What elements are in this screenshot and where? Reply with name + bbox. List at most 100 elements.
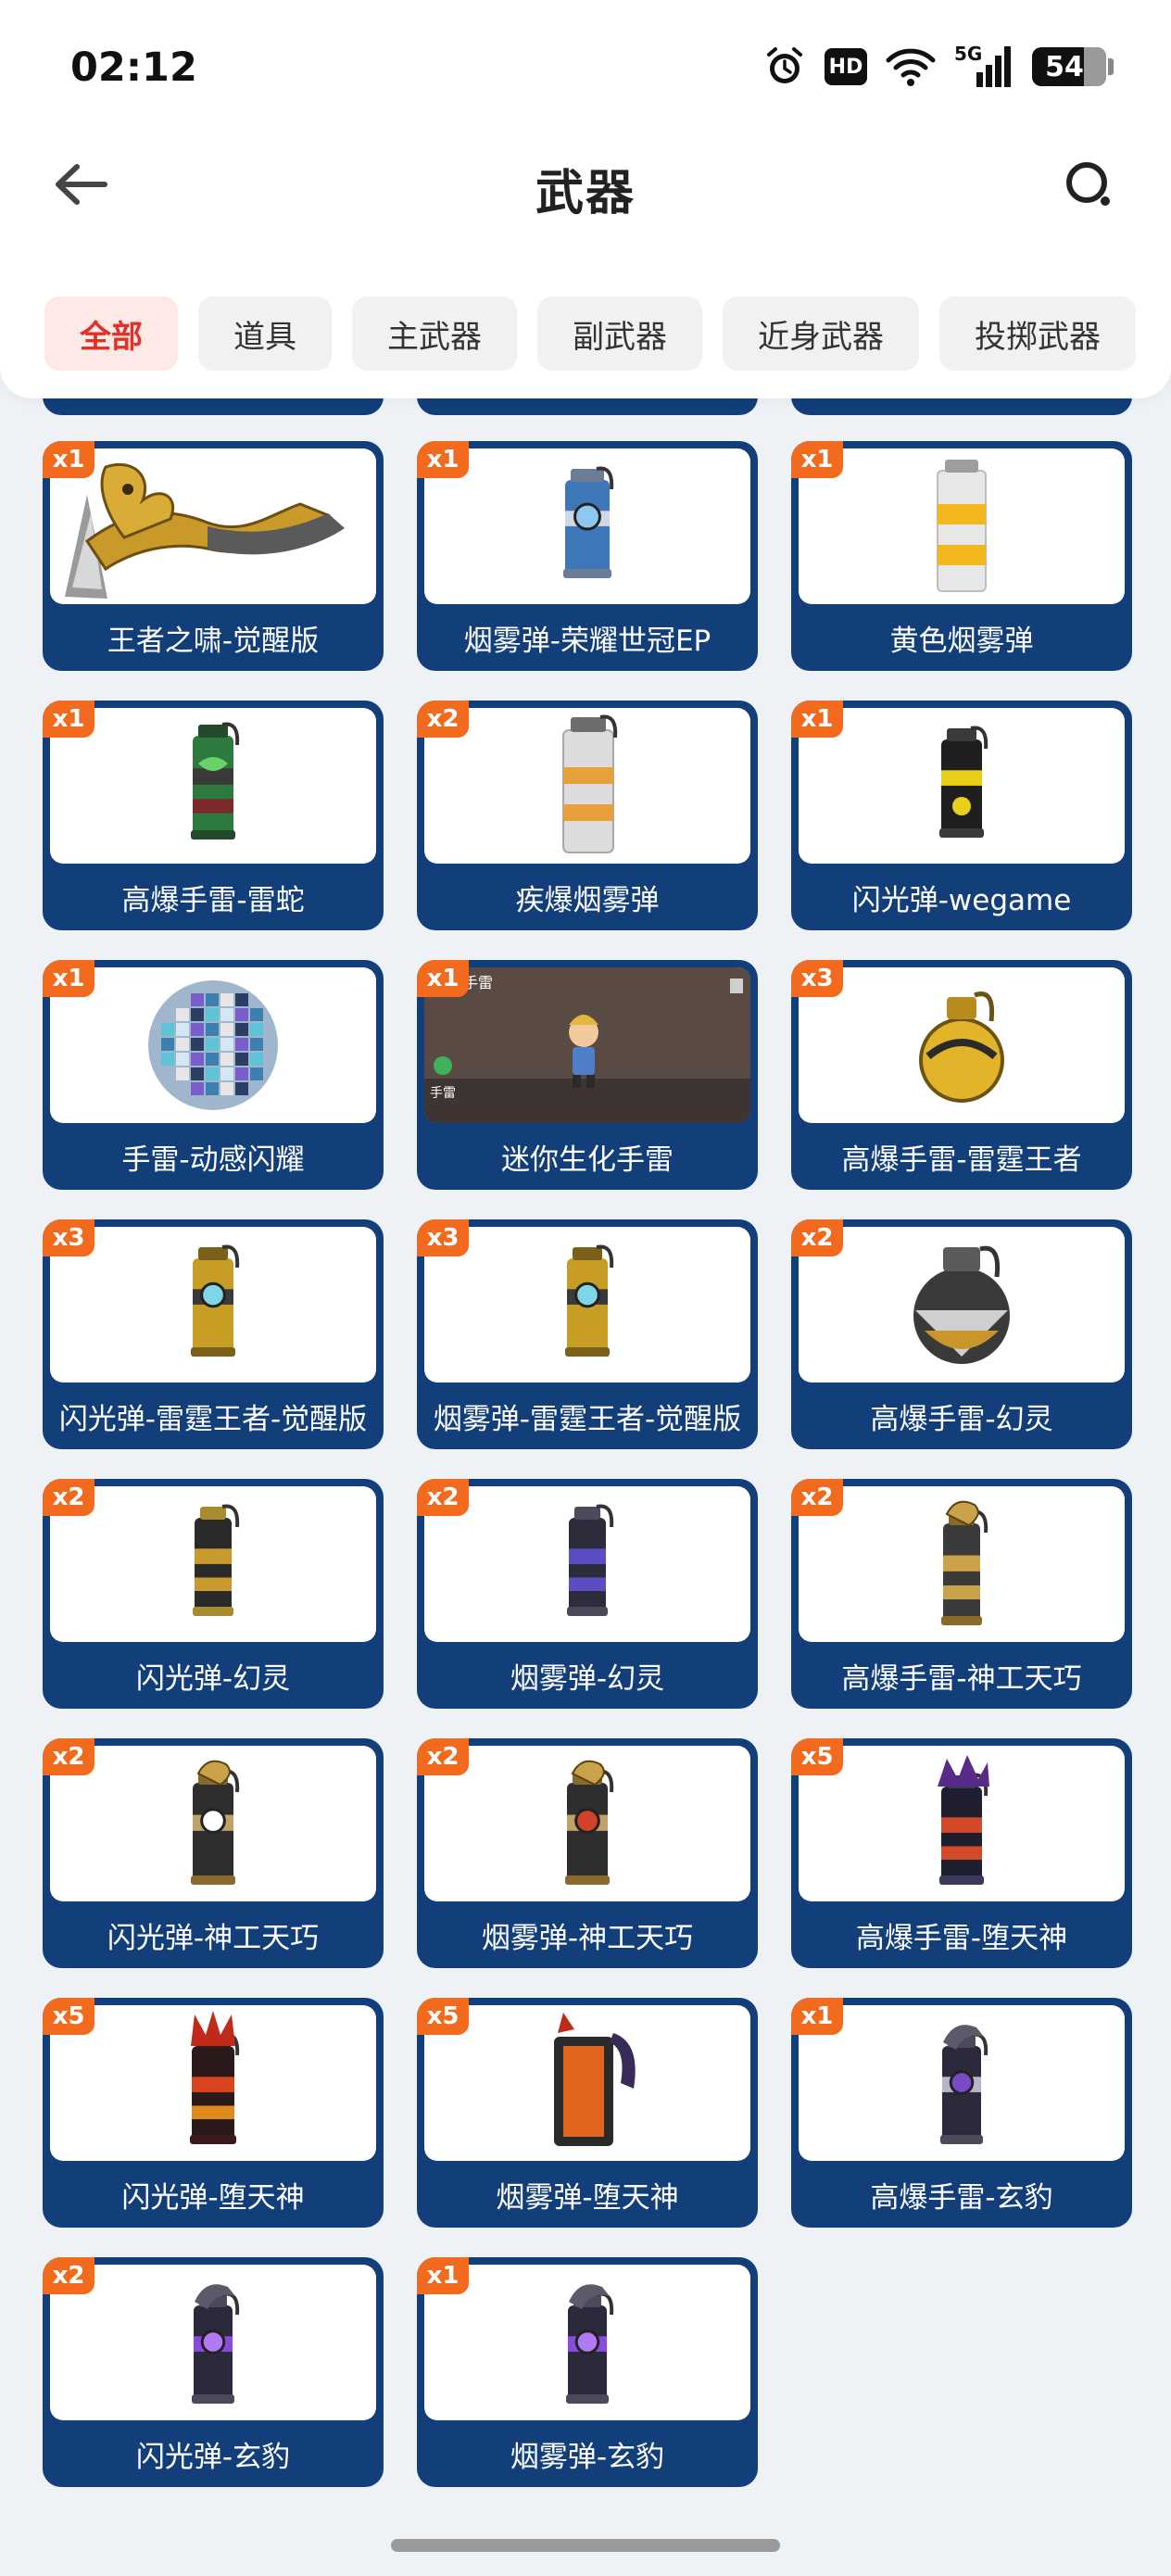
item-card[interactable]: x2 闪光弹-幻灵 bbox=[43, 1479, 384, 1709]
item-card[interactable]: x1 闪光弹-wegame bbox=[791, 701, 1132, 930]
item-image-frame bbox=[50, 2265, 376, 2420]
item-image bbox=[554, 2013, 636, 2146]
item-card[interactable]: x2 闪光弹-玄豹 bbox=[43, 2257, 384, 2487]
item-card[interactable]: x2 高爆手雷-幻灵 bbox=[791, 1219, 1132, 1449]
item-card[interactable]: x3 烟雾弹-雷霆王者-觉醒版 bbox=[417, 1219, 758, 1449]
item-image bbox=[937, 460, 987, 592]
item-card[interactable]: x5 烟雾弹-堕天神 bbox=[417, 1998, 758, 2228]
item-image-frame bbox=[424, 1486, 750, 1642]
item-card[interactable]: x3 高爆手雷-雷霆王者 bbox=[791, 960, 1132, 1190]
item-name: 烟雾弹-神工天巧 bbox=[481, 1922, 694, 1955]
item-image-frame bbox=[799, 448, 1125, 604]
item-image bbox=[191, 722, 240, 840]
status-time: 02:12 bbox=[70, 44, 197, 91]
item-name: 手雷-动感闪耀 bbox=[121, 1143, 305, 1177]
item-image-frame bbox=[50, 967, 376, 1123]
item-name: 高爆手雷-雷蛇 bbox=[121, 884, 305, 917]
item-card[interactable]: x1 烟雾弹-玄豹 bbox=[417, 2257, 758, 2487]
quantity-badge: x2 bbox=[43, 1479, 94, 1516]
quantity-badge: x2 bbox=[791, 1219, 843, 1256]
item-image bbox=[939, 726, 988, 838]
item-image bbox=[192, 2284, 240, 2404]
quantity-badge: x1 bbox=[417, 960, 469, 997]
app-screen: 02:12 HD 5G 54 武器 全部 道具 主武器 副武器 近身武器 投掷武… bbox=[0, 0, 1171, 2576]
status-bar: 02:12 HD 5G 54 bbox=[0, 0, 1171, 120]
item-card[interactable]: x1 王者之啸-觉醒版 bbox=[43, 441, 384, 671]
quantity-badge: x1 bbox=[417, 441, 469, 478]
quantity-badge: x2 bbox=[417, 1479, 469, 1516]
item-image bbox=[562, 714, 618, 853]
tab-all[interactable]: 全部 bbox=[44, 297, 178, 371]
quantity-badge: x5 bbox=[43, 1998, 94, 2035]
tab-melee-weapon[interactable]: 近身武器 bbox=[723, 297, 919, 371]
category-tabs: 全部 道具 主武器 副武器 近身武器 投掷武器 bbox=[44, 297, 1136, 371]
item-card[interactable]: x2 烟雾弹-神工天巧 bbox=[417, 1738, 758, 1968]
item-card[interactable]: x3 闪光弹-雷霆王者-觉醒版 bbox=[43, 1219, 384, 1449]
item-card[interactable]: x2 疾爆烟雾弹 bbox=[417, 701, 758, 930]
item-name: 高爆手雷-雷霆王者 bbox=[841, 1143, 1082, 1177]
tab-props[interactable]: 道具 bbox=[198, 297, 332, 371]
item-name: 黄色烟雾弹 bbox=[889, 625, 1034, 658]
item-name: 闪光弹-wegame bbox=[851, 884, 1072, 917]
item-image-frame bbox=[50, 448, 376, 604]
item-card[interactable]: x2 闪光弹-神工天巧 bbox=[43, 1738, 384, 1968]
item-name: 烟雾弹-幻灵 bbox=[510, 1662, 665, 1696]
tab-throwing-weapon[interactable]: 投掷武器 bbox=[939, 297, 1136, 371]
item-image-frame bbox=[50, 1746, 376, 1901]
item-name: 烟雾弹-堕天神 bbox=[496, 2181, 679, 2215]
item-image-frame bbox=[50, 1486, 376, 1642]
item-image-frame bbox=[50, 1227, 376, 1383]
item-image-frame bbox=[424, 1746, 750, 1901]
item-name: 高爆手雷-神工天巧 bbox=[841, 1662, 1082, 1696]
wifi-icon bbox=[886, 46, 936, 87]
item-image bbox=[941, 1500, 988, 1625]
item-card[interactable]: x1 高爆手雷-雷蛇 bbox=[43, 701, 384, 930]
item-card[interactable]: x1 高爆手雷-玄豹 bbox=[791, 1998, 1132, 2228]
quantity-badge: x1 bbox=[791, 701, 843, 738]
item-image bbox=[193, 1504, 240, 1616]
quantity-badge: x3 bbox=[417, 1219, 469, 1256]
tab-secondary-weapon[interactable]: 副武器 bbox=[537, 297, 702, 371]
quantity-badge: x2 bbox=[417, 1738, 469, 1775]
item-image-frame bbox=[799, 2005, 1125, 2161]
screenshot-tag: 手雷 bbox=[430, 1086, 456, 1101]
quantity-badge: x5 bbox=[791, 1738, 843, 1775]
item-image-frame bbox=[50, 2005, 376, 2161]
item-card[interactable]: x5 高爆手雷-堕天神 bbox=[791, 1738, 1132, 1968]
search-button[interactable] bbox=[1056, 152, 1121, 217]
battery-icon: 54 bbox=[1032, 47, 1114, 86]
item-image bbox=[563, 466, 614, 578]
item-card[interactable]: x5 闪光弹-堕天神 bbox=[43, 1998, 384, 2228]
item-card[interactable]: x1 手雷-动感闪耀 bbox=[43, 960, 384, 1190]
item-image bbox=[190, 2011, 240, 2144]
title-bar: 武器 bbox=[0, 130, 1171, 241]
tab-primary-weapon[interactable]: 主武器 bbox=[352, 297, 517, 371]
item-image-frame bbox=[799, 1486, 1125, 1642]
item-image bbox=[940, 2025, 988, 2144]
item-image bbox=[919, 991, 1004, 1103]
home-indicator[interactable] bbox=[391, 2539, 780, 2552]
item-card[interactable]: x1 黄色烟雾弹 bbox=[791, 441, 1132, 671]
item-image-frame bbox=[424, 2265, 750, 2420]
item-image bbox=[913, 1245, 1010, 1364]
quantity-badge: x1 bbox=[791, 1998, 843, 2035]
item-name: 闪光弹-堕天神 bbox=[121, 2181, 305, 2215]
item-image bbox=[566, 2284, 614, 2404]
item-card[interactable]: x1 烟雾弹-荣耀世冠EP bbox=[417, 441, 758, 671]
item-name: 疾爆烟雾弹 bbox=[515, 884, 660, 917]
status-icons: HD 5G 54 bbox=[763, 41, 1114, 93]
item-image-frame bbox=[424, 448, 750, 604]
quantity-badge: x1 bbox=[43, 441, 94, 478]
item-card[interactable]: x2 高爆手雷-神工天巧 bbox=[791, 1479, 1132, 1709]
item-image bbox=[65, 462, 345, 599]
item-image-frame bbox=[50, 708, 376, 864]
item-image-frame bbox=[799, 708, 1125, 864]
item-card[interactable]: x2 烟雾弹-幻灵 bbox=[417, 1479, 758, 1709]
quantity-badge: x1 bbox=[791, 441, 843, 478]
item-card[interactable]: 化手雷 手雷 x1 迷你生化手雷 bbox=[417, 960, 758, 1190]
item-image bbox=[191, 1760, 240, 1885]
item-name: 高爆手雷-堕天神 bbox=[855, 1922, 1068, 1955]
quantity-badge: x5 bbox=[417, 1998, 469, 2035]
item-image-frame bbox=[799, 1746, 1125, 1901]
item-image bbox=[567, 1504, 614, 1616]
